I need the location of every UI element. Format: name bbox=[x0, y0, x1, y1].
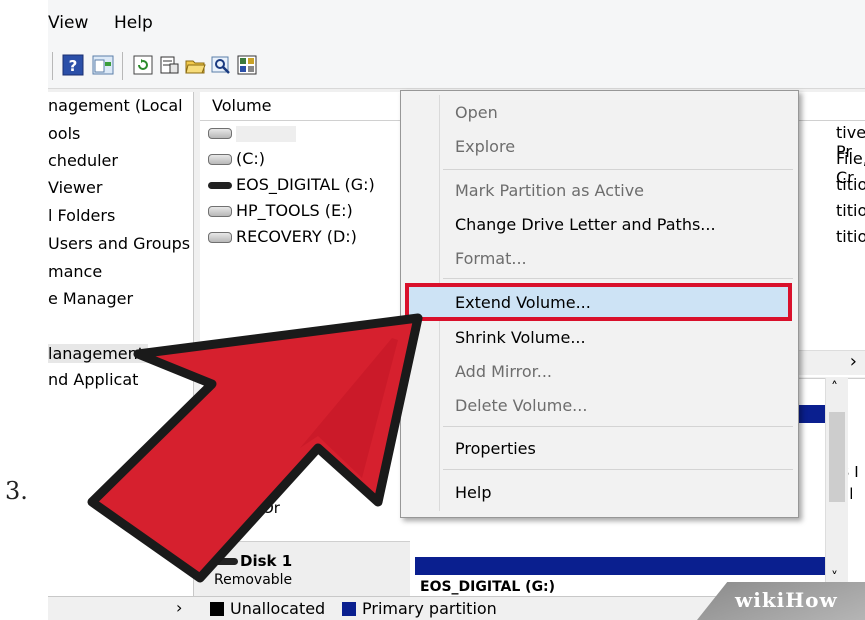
toolbar: ? bbox=[48, 44, 865, 89]
search-icon[interactable] bbox=[210, 54, 232, 76]
volume-row[interactable]: RECOVERY (D:) bbox=[208, 227, 357, 251]
volume-status: tition) bbox=[836, 227, 865, 246]
volume-name: EOS_DIGITAL (G:) bbox=[236, 175, 375, 194]
disk1-type: Removable bbox=[214, 572, 293, 588]
tree-item[interactable]: Viewer bbox=[48, 178, 102, 197]
menu-item-open[interactable]: Open bbox=[455, 103, 498, 122]
vertical-scrollbar[interactable]: ˄ ˅ bbox=[825, 378, 848, 603]
menu-item-explore[interactable]: Explore bbox=[455, 137, 515, 156]
menu-separator bbox=[443, 426, 793, 427]
tree-item[interactable]: Users and Groups bbox=[48, 234, 190, 253]
toolbar-separator bbox=[52, 52, 53, 80]
context-menu: Open Explore Mark Partition as Active Ch… bbox=[400, 90, 799, 518]
drive-icon bbox=[208, 128, 232, 139]
tree-item-disk-management[interactable]: lanagement bbox=[48, 344, 148, 363]
volume-status: tition) bbox=[836, 175, 865, 194]
menu-item-format[interactable]: Format... bbox=[455, 249, 527, 268]
menu-item-help[interactable]: Help bbox=[455, 483, 491, 502]
disk1-partition-label[interactable]: EOS_DIGITAL (G:) bbox=[420, 579, 555, 595]
legend-primary-partition: Primary partition bbox=[362, 599, 497, 618]
help-icon[interactable]: ? bbox=[62, 54, 84, 76]
menu-item-properties[interactable]: Properties bbox=[455, 439, 536, 458]
menu-item-change-drive-letter[interactable]: Change Drive Letter and Paths... bbox=[455, 215, 716, 234]
volume-row[interactable]: HP_TOOLS (E:) bbox=[208, 201, 353, 225]
watermark-text: wikiHow bbox=[735, 588, 838, 612]
svg-text:?: ? bbox=[69, 57, 78, 75]
volume-name: RECOVERY (D:) bbox=[236, 227, 357, 246]
scroll-up-icon[interactable]: ˄ bbox=[831, 380, 838, 396]
volume-name: (C:) bbox=[236, 149, 266, 168]
menu-view[interactable]: View bbox=[48, 13, 88, 33]
legend-unallocated: Unallocated bbox=[230, 599, 326, 618]
disk0-online: Or bbox=[262, 499, 280, 517]
tree-item[interactable]: nagement (Local bbox=[48, 96, 183, 115]
volume-status: tition) bbox=[836, 201, 865, 220]
open-folder-icon[interactable] bbox=[184, 54, 206, 76]
tree-scroll-right-icon[interactable]: › bbox=[176, 598, 182, 617]
drive-icon bbox=[208, 154, 232, 165]
disk1-partition-bar bbox=[415, 557, 825, 575]
tree-item[interactable]: l Folders bbox=[48, 206, 115, 225]
drive-icon bbox=[208, 206, 232, 217]
menu-separator bbox=[443, 169, 793, 170]
refresh-icon[interactable] bbox=[132, 54, 154, 76]
volume-row[interactable]: (C:) bbox=[208, 149, 265, 173]
menu-item-shrink-volume[interactable]: Shrink Volume... bbox=[455, 328, 586, 347]
volume-row[interactable] bbox=[208, 123, 296, 147]
volume-name: HP_TOOLS (E:) bbox=[236, 201, 353, 220]
menu-help[interactable]: Help bbox=[114, 13, 153, 33]
primary-partition-swatch bbox=[342, 602, 356, 616]
volume-name bbox=[236, 125, 296, 142]
navigation-tree: nagement (Local ools cheduler Viewer l F… bbox=[48, 92, 194, 597]
menu-item-mark-active[interactable]: Mark Partition as Active bbox=[455, 181, 644, 200]
properties-icon[interactable] bbox=[158, 54, 180, 76]
menu-item-delete-volume[interactable]: Delete Volume... bbox=[455, 396, 587, 415]
scroll-thumb[interactable] bbox=[829, 412, 845, 502]
menu-item-extend-volume[interactable]: Extend Volume... bbox=[455, 293, 591, 312]
drive-icon bbox=[208, 232, 232, 243]
disk1-label: Disk 1 bbox=[240, 552, 293, 570]
tree-item[interactable]: ools bbox=[48, 124, 80, 143]
scroll-right-icon[interactable]: › bbox=[850, 351, 857, 372]
unallocated-swatch bbox=[210, 602, 224, 616]
menu-separator bbox=[443, 278, 793, 279]
disk-settings-icon[interactable] bbox=[236, 54, 258, 76]
removable-disk-icon bbox=[214, 558, 238, 565]
show-hide-action-pane-icon[interactable] bbox=[92, 54, 114, 76]
menu-item-add-mirror[interactable]: Add Mirror... bbox=[455, 362, 552, 381]
tree-item[interactable]: cheduler bbox=[48, 151, 118, 170]
toolbar-separator bbox=[122, 52, 123, 80]
drive-icon bbox=[208, 182, 232, 189]
volume-row[interactable]: EOS_DIGITAL (G:) bbox=[208, 175, 375, 199]
tree-item[interactable]: e Manager bbox=[48, 289, 133, 308]
menu-bar: View Help bbox=[48, 0, 865, 44]
step-number: 3. bbox=[5, 477, 28, 505]
column-header-volume[interactable]: Volume bbox=[212, 96, 272, 115]
tree-item[interactable]: nd Applicat bbox=[48, 370, 138, 389]
menu-separator bbox=[443, 469, 793, 470]
tree-item[interactable]: mance bbox=[48, 262, 102, 281]
